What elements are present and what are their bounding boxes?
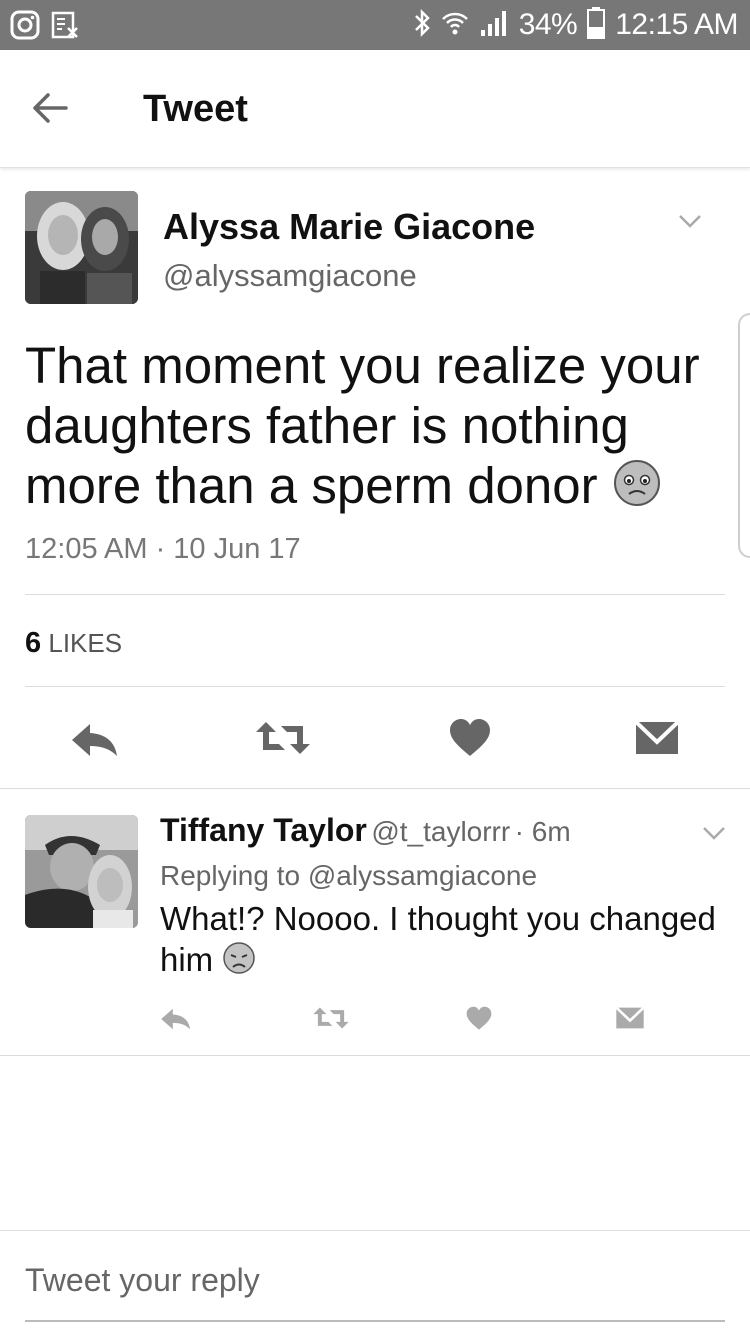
arrow-left-icon[interactable] xyxy=(30,90,70,126)
reply-author-name[interactable]: Tiffany Taylor xyxy=(160,812,367,848)
battery-icon xyxy=(587,6,606,44)
bluetooth-icon xyxy=(413,8,431,43)
signal-icon xyxy=(479,8,509,43)
reply-icon[interactable] xyxy=(160,1006,192,1037)
avatar[interactable] xyxy=(25,191,138,304)
author-name[interactable]: Alyssa Marie Giacone xyxy=(163,206,535,248)
divider xyxy=(25,686,725,687)
reply-text: What!? Noooo. I thought you changed him xyxy=(160,898,730,984)
compose-divider xyxy=(0,1230,750,1231)
page-title: Tweet xyxy=(143,88,248,130)
clock: 12:15 AM xyxy=(615,8,738,41)
divider xyxy=(25,594,725,595)
heart-icon[interactable] xyxy=(449,718,491,763)
reply-age: · 6m xyxy=(514,816,571,847)
battery-percent: 34% xyxy=(518,8,578,41)
status-bar: 34% 12:15 AM xyxy=(0,0,750,50)
replying-to[interactable]: Replying to @alyssamgiacone xyxy=(160,860,537,892)
tweet-body: That moment you realize your daughters f… xyxy=(25,337,700,514)
tweet-text: That moment you realize your daughters f… xyxy=(25,336,725,521)
message-icon[interactable] xyxy=(615,1006,645,1035)
instagram-icon xyxy=(10,10,40,45)
retweet-icon[interactable] xyxy=(312,1006,350,1035)
disappointed-face-emoji xyxy=(222,941,256,984)
chevron-down-icon[interactable] xyxy=(702,826,726,840)
likes-label: LIKES xyxy=(48,628,123,658)
section-divider xyxy=(0,1055,750,1056)
chevron-down-icon[interactable] xyxy=(678,214,702,228)
wifi-icon xyxy=(441,8,469,43)
section-divider xyxy=(0,788,750,789)
retweet-icon[interactable] xyxy=(254,720,312,761)
avatar[interactable] xyxy=(25,815,138,928)
author-handle[interactable]: @alyssamgiacone xyxy=(163,258,417,294)
reply-icon[interactable] xyxy=(70,720,120,765)
likes-number: 6 xyxy=(25,627,42,659)
reply-author-handle[interactable]: @t_taylorrr xyxy=(371,816,510,847)
tweet-timestamp: 12:05 AM · 10 Jun 17 xyxy=(25,533,301,565)
heart-icon[interactable] xyxy=(466,1006,492,1036)
message-icon[interactable] xyxy=(634,720,680,761)
likes-count[interactable]: 6 LIKES xyxy=(25,627,122,660)
reply-header: Tiffany Taylor @t_taylorrr · 6m xyxy=(160,812,571,849)
app-header: Tweet xyxy=(0,50,750,168)
reply-input[interactable]: Tweet your reply xyxy=(25,1262,260,1299)
pouting-face-emoji xyxy=(612,458,662,521)
fax-icon xyxy=(50,10,80,45)
reply-input-underline xyxy=(25,1320,725,1322)
scroll-indicator xyxy=(738,313,750,558)
